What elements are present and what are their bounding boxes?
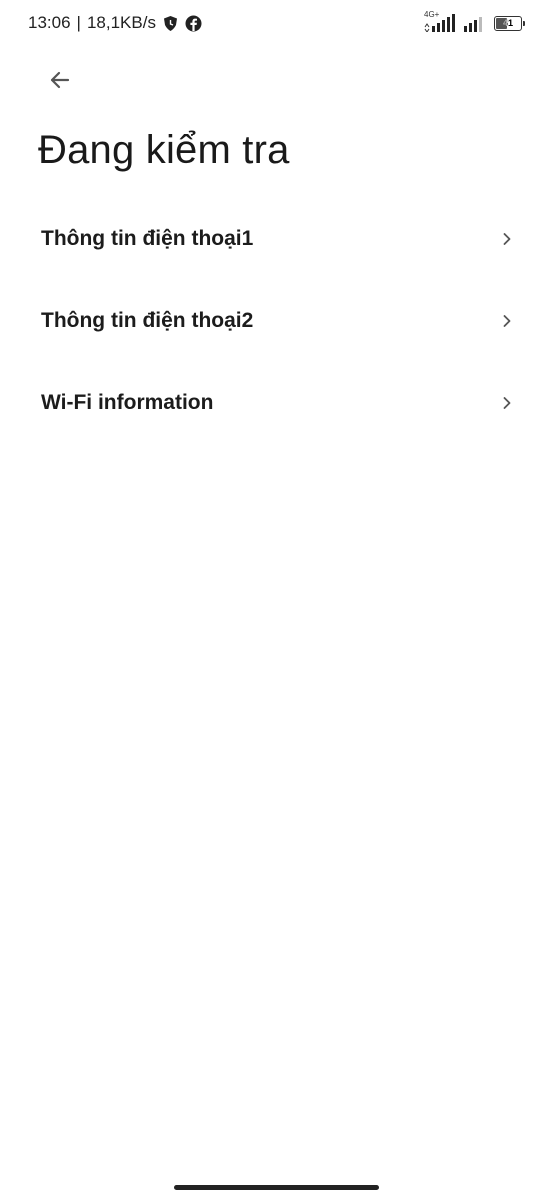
chevron-right-icon — [500, 396, 514, 410]
menu-list: Thông tin điện thoại1 Thông tin điện tho… — [0, 198, 554, 444]
facebook-icon — [185, 15, 202, 32]
chevron-right-icon — [500, 232, 514, 246]
status-separator: | — [76, 13, 81, 32]
status-right: 4G+ 41 — [424, 10, 525, 32]
menu-item-wifi-info[interactable]: Wi-Fi information — [0, 362, 554, 444]
battery-icon: 41 — [494, 15, 525, 31]
network-speed: 18,1KB/s — [86, 13, 156, 32]
arrow-left-icon — [48, 68, 72, 92]
status-left: 13:06 | 18,1KB/s — [28, 13, 202, 33]
battery-level: 41 — [502, 17, 513, 28]
signal-4g-icon: 4G+ — [424, 10, 456, 32]
back-button[interactable] — [38, 60, 82, 100]
shield-icon — [162, 15, 179, 32]
menu-item-label: Thông tin điện thoại2 — [41, 309, 254, 332]
menu-item-phone-info-2[interactable]: Thông tin điện thoại2 — [0, 280, 554, 362]
menu-item-label: Wi-Fi information — [41, 391, 214, 414]
menu-item-label: Thông tin điện thoại1 — [41, 227, 254, 250]
menu-item-phone-info-1[interactable]: Thông tin điện thoại1 — [0, 198, 554, 280]
status-bar: 13:06 | 18,1KB/s 4G+ 41 — [0, 0, 554, 48]
page-title: Đang kiểm tra — [38, 128, 290, 172]
home-indicator[interactable] — [174, 1185, 379, 1190]
signal-icon — [464, 14, 486, 32]
chevron-right-icon — [500, 314, 514, 328]
status-time: 13:06 — [28, 13, 71, 32]
